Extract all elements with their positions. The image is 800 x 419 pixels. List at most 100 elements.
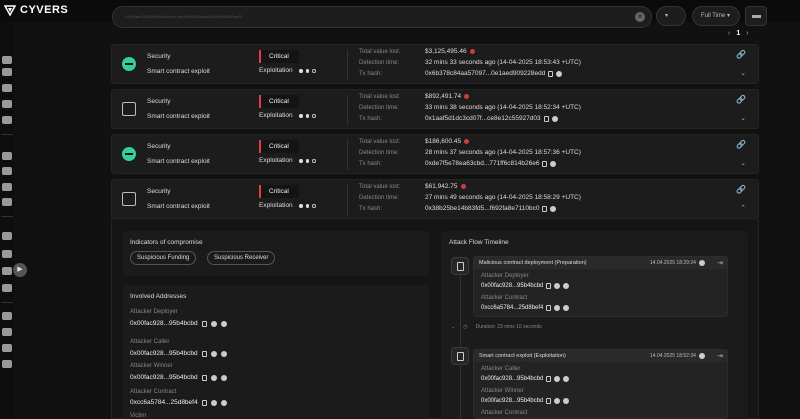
monitor-icon[interactable]	[2, 84, 12, 92]
home-icon[interactable]	[2, 68, 12, 76]
chevron-down-icon[interactable]: ⌄	[740, 159, 746, 167]
divider	[347, 140, 348, 170]
time-filter-dropdown[interactable]: Full Time ▾	[692, 6, 740, 26]
explorer-icon[interactable]	[698, 353, 705, 359]
step-name: Smart contract exploit (Exploitation)	[479, 353, 566, 359]
explorer-icon[interactable]	[210, 374, 217, 381]
users-icon[interactable]	[2, 284, 12, 292]
link-icon[interactable]: 🔗	[736, 140, 746, 149]
address-value: 0x00fac928...95b4bcbd	[130, 320, 227, 327]
explorer-icon[interactable]	[210, 399, 217, 406]
spy-icon[interactable]	[220, 399, 227, 406]
timeline-step[interactable]: Smart contract exploit (Exploitation) 14…	[473, 349, 728, 419]
sun-icon[interactable]	[2, 312, 12, 320]
copy-icon[interactable]	[542, 205, 548, 212]
timeline-step[interactable]: Malicious contract deployment (Preparati…	[473, 256, 728, 317]
alert-row[interactable]: Security Smart contract exploit Critical…	[111, 44, 759, 84]
copy-icon[interactable]	[548, 70, 554, 77]
clock-icon: ◷	[463, 324, 468, 330]
spy-icon[interactable]	[220, 320, 227, 327]
spy-icon[interactable]	[563, 398, 570, 404]
detection-time: 28 mins 37 seconds ago (14-04-2025 18:57…	[425, 149, 581, 156]
explorer-icon[interactable]	[210, 320, 217, 327]
copy-icon[interactable]	[546, 305, 552, 311]
spy-icon[interactable]	[563, 376, 570, 382]
image-icon[interactable]	[2, 100, 12, 108]
chart-icon[interactable]	[2, 167, 12, 175]
sidebar-divider	[1, 216, 13, 217]
prev-page-button[interactable]: ‹	[728, 30, 730, 37]
gear-icon[interactable]	[2, 152, 12, 160]
value-lost-label: Total value lost:	[359, 184, 401, 190]
address-value: 0xcc6a5784...25d8bef4	[481, 305, 570, 311]
copy-icon[interactable]	[201, 320, 207, 327]
copy-icon[interactable]	[543, 115, 549, 122]
alert-type: Smart contract exploit	[147, 158, 210, 165]
explorer-icon[interactable]	[554, 283, 561, 289]
link-icon[interactable]: 🔗	[736, 185, 746, 194]
shield-icon[interactable]	[2, 183, 12, 191]
detection-time: 32 mins 33 seconds ago (14-04-2025 18:53…	[425, 59, 581, 66]
ioc-chip[interactable]: Suspicious Receiver	[207, 251, 276, 265]
link-icon[interactable]: 🔗	[736, 95, 746, 104]
open-icon[interactable]: ⇥	[717, 352, 723, 360]
alert-row[interactable]: Security Smart contract exploit Critical…	[111, 134, 759, 174]
chevron-up-icon[interactable]: ⌃	[740, 204, 746, 212]
spy-icon[interactable]	[220, 350, 227, 357]
ioc-chip[interactable]: Suspicious Funding	[130, 251, 197, 265]
copy-icon[interactable]	[542, 160, 548, 167]
open-icon[interactable]: ⇥	[717, 259, 723, 267]
copy-icon[interactable]	[201, 399, 207, 406]
file-icon[interactable]	[2, 250, 12, 258]
explorer-icon[interactable]	[556, 70, 563, 77]
spy-icon[interactable]	[563, 305, 570, 311]
logo[interactable]: CYVERS	[4, 4, 68, 16]
next-page-button[interactable]: ›	[746, 30, 748, 37]
copy-icon[interactable]	[546, 283, 552, 289]
token-green-circle-icon	[122, 147, 136, 161]
target-icon[interactable]	[2, 116, 12, 124]
stage-dot	[312, 114, 316, 118]
stage-label: Exploitation	[259, 67, 293, 74]
explorer-icon[interactable]	[210, 350, 217, 357]
settings-icon[interactable]	[2, 232, 12, 240]
explorer-icon[interactable]	[550, 205, 557, 212]
copy-icon[interactable]	[201, 350, 207, 357]
address-label: Attacker Contract	[481, 410, 528, 416]
explorer-icon[interactable]	[550, 160, 557, 167]
chevron-down-icon[interactable]: ⌄	[740, 69, 746, 77]
copy-icon[interactable]	[546, 376, 552, 382]
value-lost-label: Total value lost:	[359, 94, 401, 100]
explorer-icon[interactable]	[551, 115, 558, 122]
menu-button[interactable]	[745, 6, 767, 26]
spy-icon[interactable]	[220, 374, 227, 381]
copy-icon[interactable]	[201, 374, 207, 381]
stage-progress	[299, 159, 316, 163]
clear-search-icon[interactable]: ×	[635, 12, 645, 22]
explorer-icon[interactable]	[554, 398, 561, 404]
explorer-icon[interactable]	[698, 260, 705, 266]
alert-category: Security	[147, 143, 171, 150]
sidebar-expand-icon[interactable]: ▶	[13, 263, 27, 277]
alert-dot-icon	[460, 184, 466, 189]
explorer-icon[interactable]	[554, 376, 561, 382]
bell-icon[interactable]	[2, 56, 12, 64]
type-filter-dropdown[interactable]: ▾	[656, 6, 686, 26]
shield-check-icon[interactable]	[2, 267, 12, 275]
tx-hash: 0x6b378c84aa57097...0e1aed909228edd	[425, 70, 563, 77]
alert-row-expanded[interactable]: Security Smart contract exploit Critical…	[111, 179, 759, 219]
step-header: Malicious contract deployment (Preparati…	[474, 257, 727, 269]
link-icon[interactable]: 🔗	[736, 50, 746, 59]
tx-hash-label: Tx hash:	[359, 71, 383, 77]
explorer-icon[interactable]	[554, 305, 561, 311]
current-page[interactable]: 1	[736, 30, 740, 37]
alert-row[interactable]: Security Smart contract exploit Critical…	[111, 89, 759, 129]
spy-icon[interactable]	[563, 283, 570, 289]
search-input[interactable]: 0x00fac92800b5b4bcbd0e1aed909228edd0d3d3…	[112, 6, 652, 28]
user-circle-icon[interactable]	[2, 360, 12, 368]
network-icon[interactable]	[2, 328, 12, 336]
globe-icon[interactable]	[2, 344, 12, 352]
copy-icon[interactable]	[546, 398, 552, 404]
bar-chart-icon[interactable]	[2, 198, 12, 206]
chevron-down-icon[interactable]: ⌄	[740, 114, 746, 122]
